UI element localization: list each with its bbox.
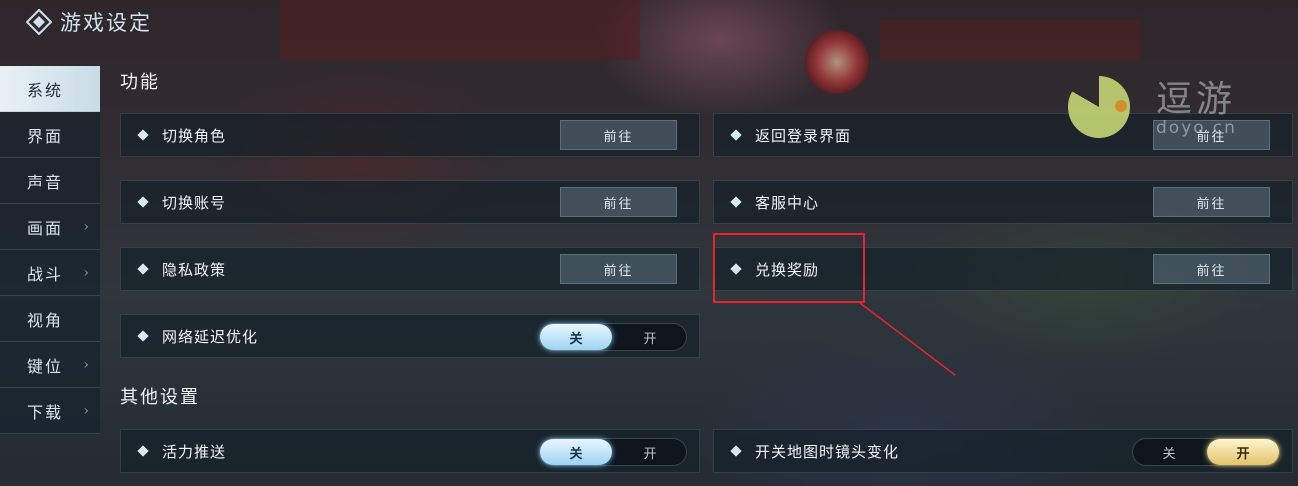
- site-watermark: 逗游 doyo.cn: [1068, 72, 1278, 142]
- go-button-switch-character[interactable]: 前往: [560, 120, 677, 150]
- title-bar: 游戏设定: [0, 0, 152, 44]
- section-title-function: 功能: [120, 72, 160, 93]
- setting-row-network-latency: 网络延迟优化 关 开: [120, 314, 700, 358]
- setting-label: 切换账号: [162, 193, 227, 212]
- toggle-option-on[interactable]: 开: [614, 439, 686, 465]
- sidebar-item-download[interactable]: 下载 ›: [0, 388, 100, 434]
- sidebar: 系统 界面 声音 画面 › 战斗 › 视角 键位 › 下载 ›: [0, 66, 100, 434]
- sidebar-item-keybinds[interactable]: 键位 ›: [0, 342, 100, 388]
- chevron-right-icon: ›: [83, 219, 91, 235]
- toggle-option-off[interactable]: 关: [540, 324, 612, 350]
- sidebar-item-label: 画面: [27, 218, 64, 238]
- chevron-right-icon: ›: [83, 403, 91, 419]
- setting-label: 客服中心: [755, 193, 820, 212]
- diamond-bullet-icon: [137, 129, 149, 141]
- sidebar-item-interface[interactable]: 界面: [0, 112, 100, 158]
- toggle-network-latency[interactable]: 关 开: [539, 323, 687, 351]
- toggle-vitality-push[interactable]: 关 开: [539, 438, 687, 466]
- sidebar-item-label: 系统: [27, 80, 64, 100]
- sidebar-item-camera[interactable]: 视角: [0, 296, 100, 342]
- setting-label: 活力推送: [162, 442, 227, 461]
- diamond-bullet-icon: [137, 263, 149, 275]
- sidebar-item-label: 视角: [27, 310, 64, 330]
- sidebar-item-graphics[interactable]: 画面 ›: [0, 204, 100, 250]
- go-button-switch-account[interactable]: 前往: [560, 187, 677, 217]
- sidebar-item-system[interactable]: 系统: [0, 66, 100, 112]
- toggle-option-on[interactable]: 开: [614, 324, 686, 350]
- diamond-bullet-icon: [730, 196, 742, 208]
- setting-row-switch-account: 切换账号 前往: [120, 180, 700, 224]
- setting-label: 隐私政策: [162, 260, 227, 279]
- diamond-bullet-icon: [730, 129, 742, 141]
- sidebar-item-label: 键位: [27, 356, 64, 376]
- go-button-redeem-reward[interactable]: 前往: [1153, 254, 1270, 284]
- go-button-privacy-policy[interactable]: 前往: [560, 254, 677, 284]
- sidebar-item-label: 战斗: [27, 264, 64, 284]
- go-button-customer-service[interactable]: 前往: [1153, 187, 1270, 217]
- section-title-other: 其他设置: [120, 387, 200, 408]
- setting-label: 返回登录界面: [755, 126, 852, 145]
- page-title: 游戏设定: [60, 11, 152, 35]
- sidebar-item-combat[interactable]: 战斗 ›: [0, 250, 100, 296]
- setting-row-privacy-policy: 隐私政策 前往: [120, 247, 700, 291]
- sidebar-item-label: 声音: [27, 172, 64, 192]
- sidebar-item-label: 界面: [27, 126, 64, 146]
- sidebar-item-sound[interactable]: 声音: [0, 158, 100, 204]
- setting-row-vitality-push: 活力推送 关 开: [120, 429, 700, 473]
- chevron-right-icon: ›: [83, 357, 91, 373]
- game-logo-icon: [26, 9, 52, 35]
- sidebar-item-label: 下载: [27, 402, 64, 422]
- setting-label: 开关地图时镜头变化: [755, 442, 900, 461]
- setting-row-switch-character: 切换角色 前往: [120, 113, 700, 157]
- watermark-text-cn: 逗游: [1156, 79, 1237, 120]
- diamond-bullet-icon: [137, 445, 149, 457]
- diamond-bullet-icon: [137, 330, 149, 342]
- highlight-box: [713, 233, 865, 303]
- setting-label: 切换角色: [162, 126, 227, 145]
- chevron-right-icon: ›: [83, 265, 91, 281]
- setting-row-map-camera: 开关地图时镜头变化 关 开: [713, 429, 1293, 473]
- setting-row-customer-service: 客服中心 前往: [713, 180, 1293, 224]
- setting-label: 网络延迟优化: [162, 327, 259, 346]
- toggle-option-on[interactable]: 开: [1207, 439, 1279, 465]
- toggle-map-camera[interactable]: 关 开: [1132, 438, 1280, 466]
- toggle-option-off[interactable]: 关: [1133, 439, 1205, 465]
- diamond-bullet-icon: [137, 196, 149, 208]
- toggle-option-off[interactable]: 关: [540, 439, 612, 465]
- watermark-text-en: doyo.cn: [1156, 118, 1237, 138]
- diamond-bullet-icon: [730, 445, 742, 457]
